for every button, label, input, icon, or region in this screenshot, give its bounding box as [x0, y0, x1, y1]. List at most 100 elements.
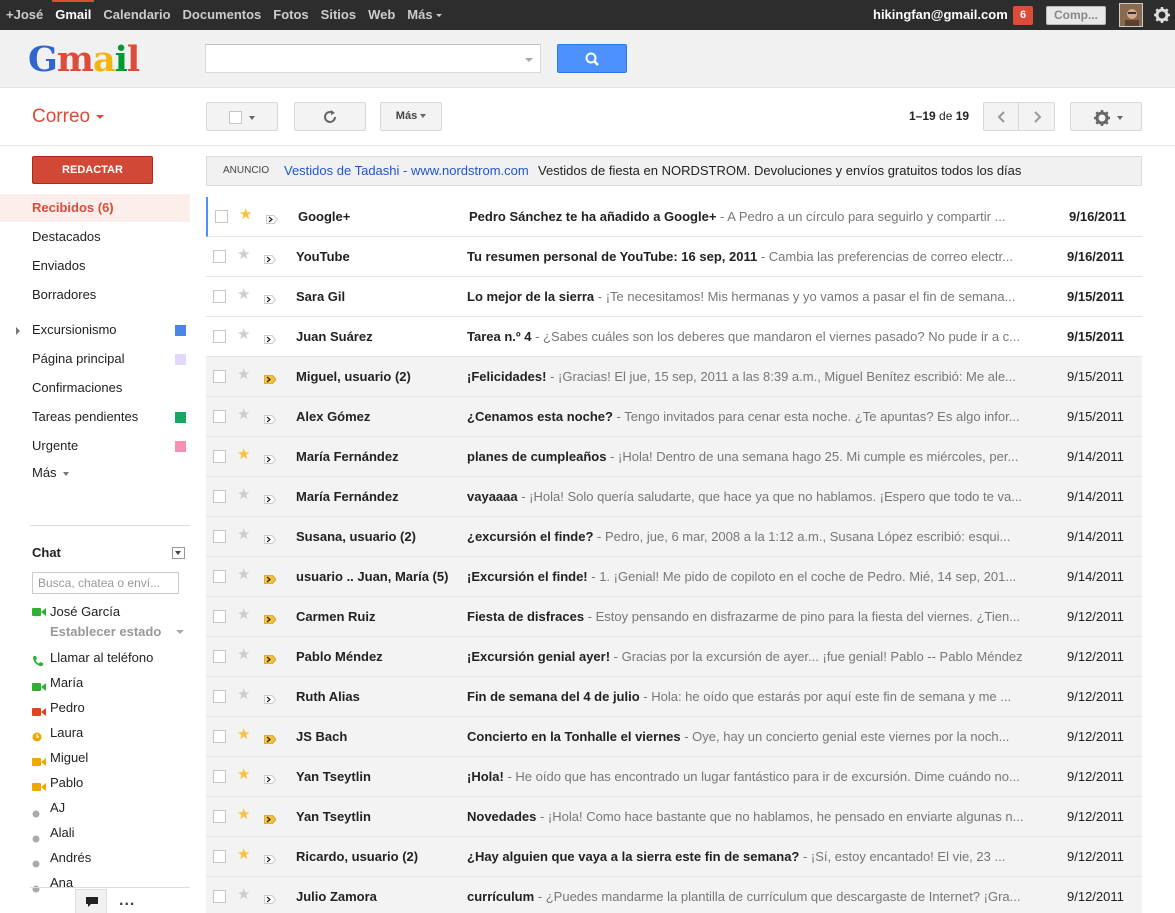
star-filled-icon[interactable]: ★ — [239, 207, 252, 223]
importance-marker-icon[interactable] — [263, 612, 277, 625]
importance-marker-icon[interactable] — [263, 812, 277, 825]
sidebar-item[interactable]: Recibidos (6) — [0, 194, 190, 222]
importance-marker-icon[interactable] — [264, 892, 277, 904]
chat-search-input[interactable]: Busca, chatea o enví... — [32, 572, 179, 594]
star-empty-icon[interactable]: ★ — [237, 367, 250, 383]
message-checkbox[interactable] — [213, 650, 226, 663]
select-all-button[interactable] — [206, 102, 278, 131]
message-row[interactable]: ★ Sara Gil Lo mejor de la sierra - ¡Te nec… — [206, 277, 1142, 317]
message-checkbox[interactable] — [213, 730, 226, 743]
importance-marker-icon[interactable] — [263, 372, 277, 385]
search-input[interactable] — [205, 44, 541, 73]
sidebar-item[interactable]: Excursionismo — [0, 316, 190, 344]
message-row[interactable]: ★ YouTube Tu resumen personal de YouTube: … — [206, 237, 1142, 277]
star-empty-icon[interactable]: ★ — [237, 887, 250, 903]
star-filled-icon[interactable]: ★ — [237, 767, 250, 783]
message-row[interactable]: ★ María Fernández planes de cumpleaños - ¡… — [206, 437, 1142, 477]
label-color-swatch[interactable] — [175, 441, 186, 452]
top-nav-link[interactable]: +José — [0, 0, 49, 30]
sidebar-item[interactable]: Confirmaciones — [0, 374, 190, 402]
message-checkbox[interactable] — [213, 370, 226, 383]
top-nav-link[interactable]: Más — [401, 0, 447, 30]
label-color-swatch[interactable] — [175, 354, 186, 365]
importance-marker-icon[interactable] — [263, 652, 277, 665]
message-row[interactable]: ★ Yan Tseytlin ¡Hola! - He oído que has en… — [206, 757, 1142, 797]
chat-more-button[interactable]: ... — [119, 892, 135, 910]
top-nav-link[interactable]: Documentos — [177, 0, 268, 30]
message-row[interactable]: ★ Juan Suárez Tarea n.º 4 - ¿Sabes cuáles … — [206, 317, 1142, 357]
top-nav-link[interactable]: Calendario — [97, 0, 176, 30]
avatar[interactable] — [1119, 3, 1143, 27]
importance-marker-icon[interactable] — [264, 412, 277, 424]
message-checkbox[interactable] — [213, 810, 226, 823]
message-checkbox[interactable] — [213, 410, 226, 423]
message-checkbox[interactable] — [213, 530, 226, 543]
star-empty-icon[interactable]: ★ — [237, 407, 250, 423]
message-checkbox[interactable] — [215, 210, 228, 223]
star-filled-icon[interactable]: ★ — [237, 447, 250, 463]
message-checkbox[interactable] — [213, 610, 226, 623]
chat-me-status[interactable]: Establecer estado — [50, 624, 161, 639]
star-empty-icon[interactable]: ★ — [237, 567, 250, 583]
message-row[interactable]: ★ Pablo Méndez ¡Excursión genial ayer! - G… — [206, 637, 1142, 677]
select-checkbox[interactable] — [229, 111, 242, 124]
ad-link[interactable]: Vestidos de Tadashi - www.nordstrom.com — [284, 157, 529, 185]
star-empty-icon[interactable]: ★ — [237, 487, 250, 503]
message-checkbox[interactable] — [213, 850, 226, 863]
sidebar-item[interactable]: Urgente — [0, 432, 190, 460]
user-email[interactable]: hikingfan@gmail.com — [873, 0, 1008, 30]
message-checkbox[interactable] — [213, 290, 226, 303]
star-filled-icon[interactable]: ★ — [237, 847, 250, 863]
refresh-button[interactable] — [294, 102, 366, 131]
gmail-logo[interactable]: Gmail — [28, 41, 140, 79]
chat-menu-button[interactable] — [172, 547, 185, 559]
sidebar-item[interactable]: Borradores — [0, 281, 190, 309]
mail-switcher[interactable]: Correo — [32, 106, 105, 128]
message-checkbox[interactable] — [213, 770, 226, 783]
importance-marker-icon[interactable] — [264, 692, 277, 704]
star-empty-icon[interactable]: ★ — [237, 607, 250, 623]
message-checkbox[interactable] — [213, 490, 226, 503]
gear-icon[interactable] — [1153, 6, 1171, 24]
message-row[interactable]: ★ JS Bach Concierto en la Tonhalle el vier… — [206, 717, 1142, 757]
message-row[interactable]: ★ Susana, usuario (2) ¿excursión el finde?… — [206, 517, 1142, 557]
importance-marker-icon[interactable] — [264, 452, 277, 464]
star-empty-icon[interactable]: ★ — [237, 327, 250, 343]
importance-marker-icon[interactable] — [263, 732, 277, 745]
message-checkbox[interactable] — [213, 250, 226, 263]
message-row[interactable]: ★ Julio Zamora currículum - ¿Puedes mandar… — [206, 877, 1142, 913]
expand-arrow-icon[interactable] — [16, 327, 20, 335]
message-checkbox[interactable] — [213, 890, 226, 903]
star-empty-icon[interactable]: ★ — [237, 247, 250, 263]
sidebar-item[interactable]: Tareas pendientes — [0, 403, 190, 431]
message-checkbox[interactable] — [213, 570, 226, 583]
label-color-swatch[interactable] — [175, 412, 186, 423]
sidebar-item[interactable]: Enviados — [0, 252, 190, 280]
importance-marker-icon[interactable] — [264, 332, 277, 344]
star-empty-icon[interactable]: ★ — [237, 687, 250, 703]
importance-marker-icon[interactable] — [264, 532, 277, 544]
share-button[interactable]: Comp... — [1046, 6, 1106, 25]
star-filled-icon[interactable]: ★ — [237, 727, 250, 743]
top-nav-link[interactable]: Web — [362, 0, 401, 30]
importance-marker-icon[interactable] — [264, 292, 277, 304]
importance-marker-icon[interactable] — [264, 492, 277, 504]
label-color-swatch[interactable] — [175, 325, 186, 336]
importance-marker-icon[interactable] — [264, 852, 277, 864]
top-nav-link[interactable]: Fotos — [267, 0, 314, 30]
importance-marker-icon[interactable] — [264, 252, 277, 264]
message-row[interactable]: ★ Ruth Alias Fin de semana del 4 de julio … — [206, 677, 1142, 717]
importance-marker-icon[interactable] — [266, 212, 279, 224]
message-row[interactable]: ★ Carmen Ruiz Fiesta de disfraces - Estoy … — [206, 597, 1142, 637]
importance-marker-icon[interactable] — [264, 772, 277, 784]
message-row[interactable]: ★ Ricardo, usuario (2) ¿Hay alguien que va… — [206, 837, 1142, 877]
sidebar-item[interactable]: Página principal — [0, 345, 190, 373]
message-row[interactable]: ★ María Fernández vayaaaa - ¡Hola! Solo qu… — [206, 477, 1142, 517]
sidebar-item[interactable]: Destacados — [0, 223, 190, 251]
sidebar-item[interactable]: Más — [0, 459, 190, 487]
star-empty-icon[interactable]: ★ — [237, 287, 250, 303]
search-button[interactable] — [557, 44, 627, 73]
message-row[interactable]: ★ Miguel, usuario (2) ¡Felicidades! - ¡Gra… — [206, 357, 1142, 397]
message-checkbox[interactable] — [213, 690, 226, 703]
more-actions-button[interactable]: Más — [380, 102, 442, 131]
